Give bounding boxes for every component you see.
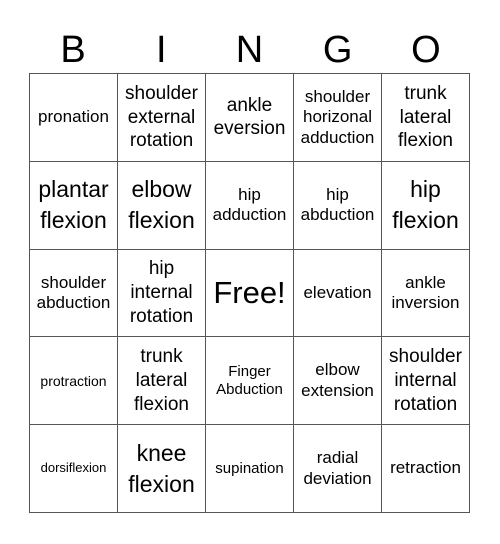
bingo-cell[interactable]: trunk lateral flexion	[382, 74, 470, 162]
bingo-grid: pronation shoulder external rotation ank…	[29, 73, 470, 513]
bingo-cell[interactable]: Finger Abduction	[206, 337, 294, 426]
bingo-cell[interactable]: hip flexion	[382, 161, 470, 250]
header-letter-o: O	[411, 29, 441, 71]
bingo-cell[interactable]: trunk lateral flexion	[118, 337, 206, 426]
bingo-cell[interactable]: elevation	[294, 249, 382, 338]
bingo-cell[interactable]: shoulder abduction	[30, 249, 118, 338]
bingo-cell[interactable]: knee flexion	[118, 425, 206, 513]
free-space-cell[interactable]: Free!	[206, 249, 294, 338]
bingo-cell[interactable]: dorsiflexion	[30, 425, 118, 513]
header-letter-i: I	[156, 29, 167, 71]
bingo-cell[interactable]: pronation	[30, 74, 118, 162]
header-letter-n: N	[235, 29, 264, 71]
header-letter-g: G	[322, 29, 353, 71]
bingo-cell[interactable]: elbow extension	[294, 337, 382, 426]
bingo-cell[interactable]: supination	[206, 425, 294, 513]
bingo-cell[interactable]: protraction	[30, 337, 118, 426]
header-letter-b: B	[60, 29, 86, 71]
bingo-cell[interactable]: ankle eversion	[206, 74, 294, 162]
bingo-cell[interactable]: retraction	[382, 425, 470, 513]
bingo-cell[interactable]: shoulder horizonal adduction	[294, 74, 382, 162]
bingo-cell[interactable]: shoulder internal rotation	[382, 337, 470, 426]
bingo-cell[interactable]: radial deviation	[294, 425, 382, 513]
bingo-cell[interactable]: hip abduction	[294, 161, 382, 250]
bingo-cell[interactable]: elbow flexion	[118, 161, 206, 250]
bingo-cell[interactable]: hip internal rotation	[118, 249, 206, 338]
bingo-header: B I N G O	[29, 28, 470, 72]
bingo-cell[interactable]: hip adduction	[206, 161, 294, 250]
bingo-cell[interactable]: ankle inversion	[382, 249, 470, 338]
bingo-cell[interactable]: plantar flexion	[30, 161, 118, 250]
bingo-cell[interactable]: shoulder external rotation	[118, 74, 206, 162]
